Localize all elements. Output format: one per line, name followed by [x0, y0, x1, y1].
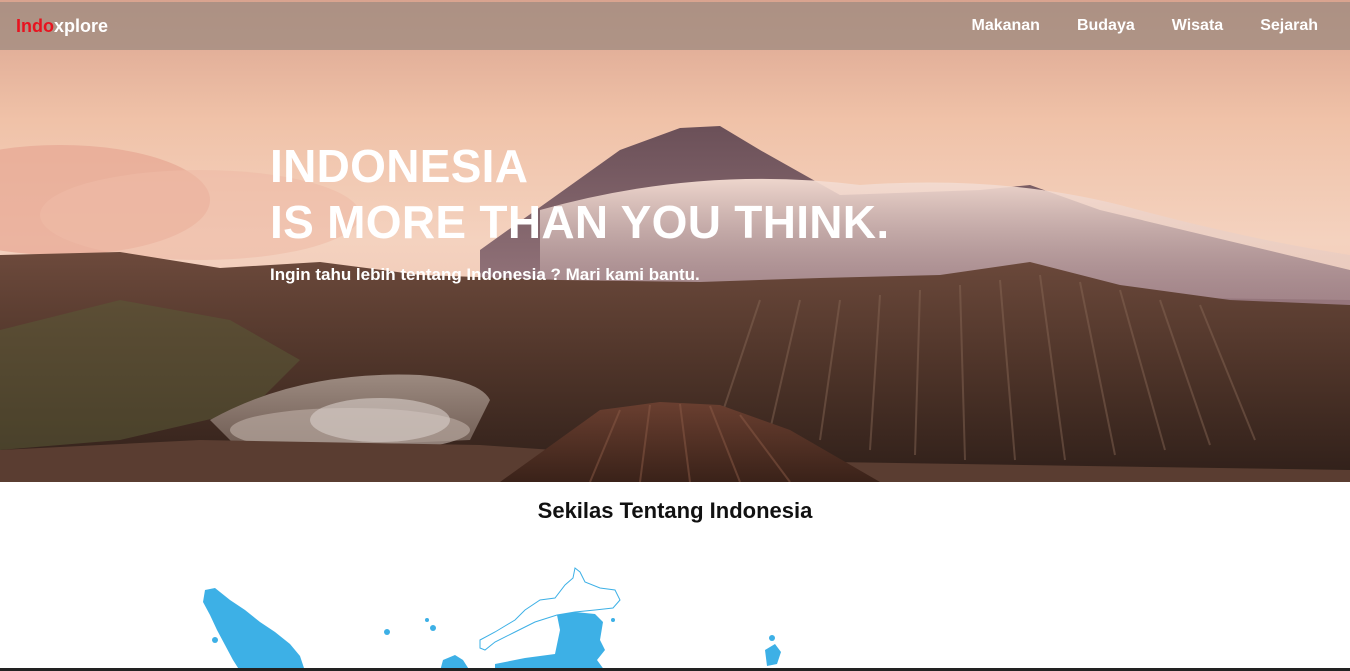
map-island-small: [238, 661, 244, 667]
indonesia-map-image: [195, 560, 815, 671]
map-island-small: [611, 618, 615, 622]
map-island-small: [430, 625, 436, 631]
hero-title-line2: IS MORE THAN YOU THINK.: [270, 196, 890, 248]
hero-banner: Indoxplore Makanan Budaya Wisata Sejarah…: [0, 0, 1350, 482]
hero-subtitle: Ingin tahu lebih tentang Indonesia ? Mar…: [270, 265, 700, 284]
indonesia-map-svg: [203, 567, 781, 671]
map-island-sumatra: [203, 588, 305, 671]
map-island-east: [765, 644, 781, 666]
map-island-small: [212, 637, 218, 643]
brand-logo-link[interactable]: Indoxplore: [16, 16, 108, 37]
hero-title-line1: INDONESIA: [270, 140, 529, 192]
brand-rest-text: xplore: [54, 15, 109, 36]
map-island-small: [769, 635, 775, 641]
nav-link-wisata[interactable]: Wisata: [1172, 17, 1223, 35]
navbar: Indoxplore Makanan Budaya Wisata Sejarah: [0, 2, 1350, 50]
map-island-small: [425, 618, 429, 622]
nav-link-sejarah[interactable]: Sejarah: [1260, 17, 1318, 35]
nav-link-budaya[interactable]: Budaya: [1077, 17, 1135, 35]
map-island-sulawesi: [495, 612, 605, 671]
brand-accent-text: Indo: [16, 15, 54, 36]
section-title: Sekilas Tentang Indonesia: [537, 498, 813, 523]
hero-title: INDONESIA IS MORE THAN YOU THINK.: [270, 138, 889, 250]
map-island-small: [384, 629, 390, 635]
page: Indoxplore Makanan Budaya Wisata Sejarah…: [0, 0, 1350, 671]
nav-links: Makanan Budaya Wisata Sejarah: [934, 17, 1334, 35]
nav-link-makanan[interactable]: Makanan: [971, 17, 1039, 35]
